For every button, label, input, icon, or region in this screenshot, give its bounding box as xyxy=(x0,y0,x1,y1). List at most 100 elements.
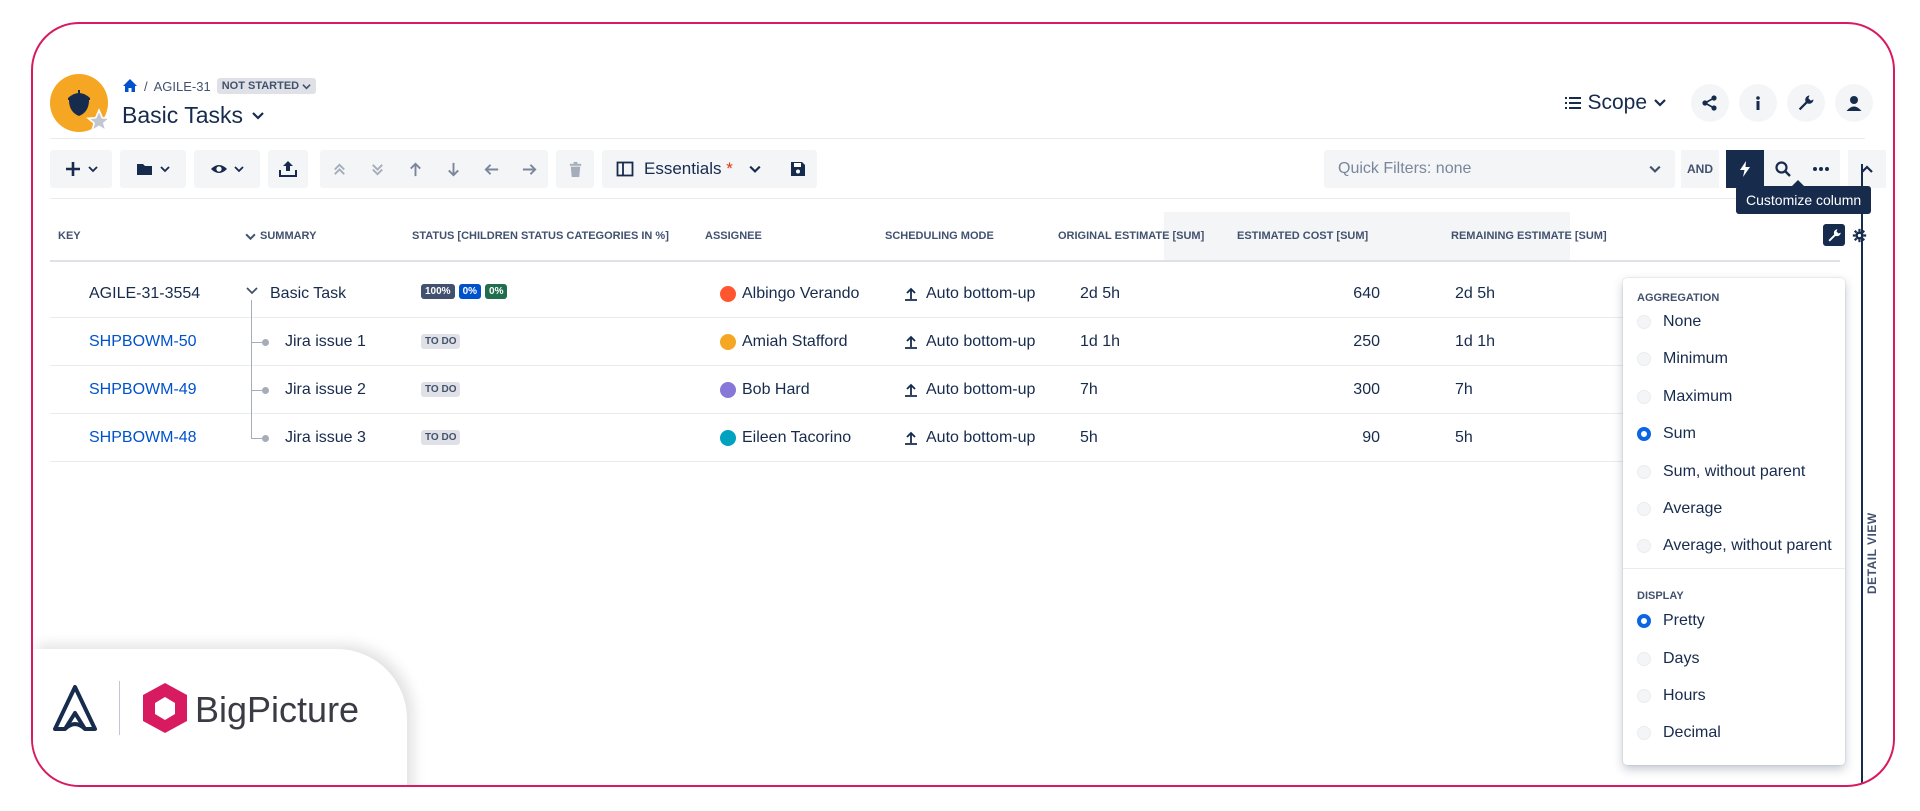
quick-filters-select[interactable]: Quick Filters: none xyxy=(1324,150,1675,188)
radio-option-average[interactable]: Average xyxy=(1637,500,1722,518)
issue-key[interactable]: SHPBOWM-48 xyxy=(89,429,197,447)
assignee-name: Bob Hard xyxy=(742,381,810,398)
estimated-cost[interactable]: 640 xyxy=(1320,285,1380,303)
radio-option-pretty[interactable]: Pretty xyxy=(1637,612,1705,630)
table-row[interactable]: SHPBOWM-49 Jira issue 2 TO DO Bob Hard A… xyxy=(50,366,1840,414)
chevron-down-icon[interactable] xyxy=(245,284,259,298)
column-summary[interactable]: SUMMARY xyxy=(245,230,316,242)
export-button[interactable] xyxy=(268,150,308,188)
more-button[interactable] xyxy=(1802,150,1840,188)
project-avatar[interactable] xyxy=(50,74,112,133)
scope-menu[interactable]: Scope xyxy=(1565,91,1667,115)
issue-summary[interactable]: Jira issue 2 xyxy=(285,381,366,399)
move-up-button[interactable] xyxy=(396,150,434,188)
and-toggle[interactable]: AND xyxy=(1681,150,1719,188)
issue-summary[interactable]: Jira issue 3 xyxy=(285,429,366,447)
option-label: Minimum xyxy=(1663,350,1728,367)
table-row[interactable]: AGILE-31-3554 Basic Task 100% 0% 0% Albi… xyxy=(50,270,1840,318)
status-badge[interactable]: TO DO xyxy=(421,382,461,397)
radio-option-sum[interactable]: Sum xyxy=(1637,425,1696,443)
customize-column-button[interactable] xyxy=(1823,224,1845,246)
radio-option-hours[interactable]: Hours xyxy=(1637,687,1706,705)
original-estimate[interactable]: 5h xyxy=(1080,429,1098,447)
indent-button[interactable] xyxy=(510,150,548,188)
radio-option-minimum[interactable]: Minimum xyxy=(1637,350,1728,368)
column-status[interactable]: STATUS [CHILDREN STATUS CATEGORIES IN %] xyxy=(412,230,669,242)
issue-summary[interactable]: Basic Task xyxy=(270,285,346,303)
settings-button[interactable] xyxy=(1787,84,1825,122)
detail-view-panel[interactable]: DETAIL VIEW xyxy=(1861,164,1889,785)
status-badge[interactable]: TO DO xyxy=(421,430,461,445)
remaining-estimate[interactable]: 5h xyxy=(1455,429,1473,447)
trash-icon xyxy=(569,161,581,177)
display-heading: DISPLAY xyxy=(1637,590,1684,602)
column-remaining-estimate[interactable]: REMAINING ESTIMATE [SUM] xyxy=(1451,230,1607,242)
radio-option-decimal[interactable]: Decimal xyxy=(1637,724,1721,742)
assignee[interactable]: Bob Hard xyxy=(720,381,810,399)
automation-button[interactable] xyxy=(1726,150,1764,188)
arrow-up-icon xyxy=(409,161,421,176)
original-estimate[interactable]: 7h xyxy=(1080,381,1098,399)
assignee[interactable]: Eileen Tacorino xyxy=(720,429,851,447)
option-label: None xyxy=(1663,313,1702,330)
radio-icon xyxy=(1637,689,1651,703)
assignee[interactable]: Amiah Stafford xyxy=(720,333,848,351)
original-estimate[interactable]: 2d 5h xyxy=(1080,285,1120,303)
option-label: Pretty xyxy=(1663,612,1705,629)
column-original-estimate[interactable]: ORIGINAL ESTIMATE [SUM] xyxy=(1058,230,1204,242)
move-down-button[interactable] xyxy=(434,150,472,188)
radio-option-sum-without-parent[interactable]: Sum, without parent xyxy=(1637,463,1805,481)
radio-option-none[interactable]: None xyxy=(1637,313,1701,331)
outdent-button[interactable] xyxy=(472,150,510,188)
scheduling-mode[interactable]: Auto bottom-up xyxy=(904,429,1035,447)
move-bottom-button[interactable] xyxy=(358,150,396,188)
estimated-cost[interactable]: 300 xyxy=(1320,381,1380,399)
add-button[interactable] xyxy=(50,150,112,188)
home-icon[interactable] xyxy=(122,78,138,94)
estimated-cost[interactable]: 250 xyxy=(1320,333,1380,351)
tooltip: Customize column xyxy=(1736,180,1872,214)
column-estimated-cost[interactable]: ESTIMATED COST [SUM] xyxy=(1237,230,1368,242)
issue-key[interactable]: AGILE-31-3554 xyxy=(89,285,200,303)
column-scheduling[interactable]: SCHEDULING MODE xyxy=(885,230,994,242)
move-top-button[interactable] xyxy=(320,150,358,188)
breadcrumb: / AGILE-31 NOT STARTED xyxy=(122,78,317,94)
toolbar: Essentials * xyxy=(50,150,825,188)
scheduling-mode[interactable]: Auto bottom-up xyxy=(904,381,1035,399)
radio-option-average-without-parent[interactable]: Average, without parent xyxy=(1637,537,1832,555)
radio-option-days[interactable]: Days xyxy=(1637,650,1699,668)
table-row[interactable]: SHPBOWM-48 Jira issue 3 TO DO Eileen Tac… xyxy=(50,414,1840,462)
issue-key[interactable]: SHPBOWM-49 xyxy=(89,381,197,399)
upload-arrow-icon xyxy=(905,335,917,349)
remaining-estimate[interactable]: 7h xyxy=(1455,381,1473,399)
assignee[interactable]: Albingo Verando xyxy=(720,285,859,303)
open-button[interactable] xyxy=(120,150,186,188)
issue-summary[interactable]: Jira issue 1 xyxy=(285,333,366,351)
user-button[interactable] xyxy=(1835,84,1873,122)
scheduling-mode[interactable]: Auto bottom-up xyxy=(904,285,1035,303)
avatar xyxy=(720,430,736,446)
status-badge[interactable]: NOT STARTED xyxy=(216,78,317,94)
star-icon[interactable] xyxy=(86,108,112,134)
breadcrumb-project[interactable]: AGILE-31 xyxy=(154,79,211,94)
issue-key[interactable]: SHPBOWM-50 xyxy=(89,333,197,351)
delete-button[interactable] xyxy=(556,150,594,188)
column-assignee[interactable]: ASSIGNEE xyxy=(705,230,762,242)
save-view-button[interactable] xyxy=(779,150,817,188)
column-key[interactable]: KEY xyxy=(58,230,81,242)
view-selector[interactable]: Essentials * xyxy=(602,150,817,188)
page-title[interactable]: Basic Tasks xyxy=(122,102,265,129)
original-estimate[interactable]: 1d 1h xyxy=(1080,333,1120,351)
share-button[interactable] xyxy=(1691,84,1729,122)
option-label: Sum xyxy=(1663,425,1696,442)
view-button[interactable] xyxy=(194,150,260,188)
remaining-estimate[interactable]: 2d 5h xyxy=(1455,285,1495,303)
remaining-estimate[interactable]: 1d 1h xyxy=(1455,333,1495,351)
estimated-cost[interactable]: 90 xyxy=(1320,429,1380,447)
table-row[interactable]: SHPBOWM-50 Jira issue 1 TO DO Amiah Staf… xyxy=(50,318,1840,366)
scheduling-mode[interactable]: Auto bottom-up xyxy=(904,333,1035,351)
status-badge[interactable]: TO DO xyxy=(421,334,461,349)
info-button[interactable] xyxy=(1739,84,1777,122)
radio-icon xyxy=(1637,539,1651,553)
radio-option-maximum[interactable]: Maximum xyxy=(1637,388,1732,406)
